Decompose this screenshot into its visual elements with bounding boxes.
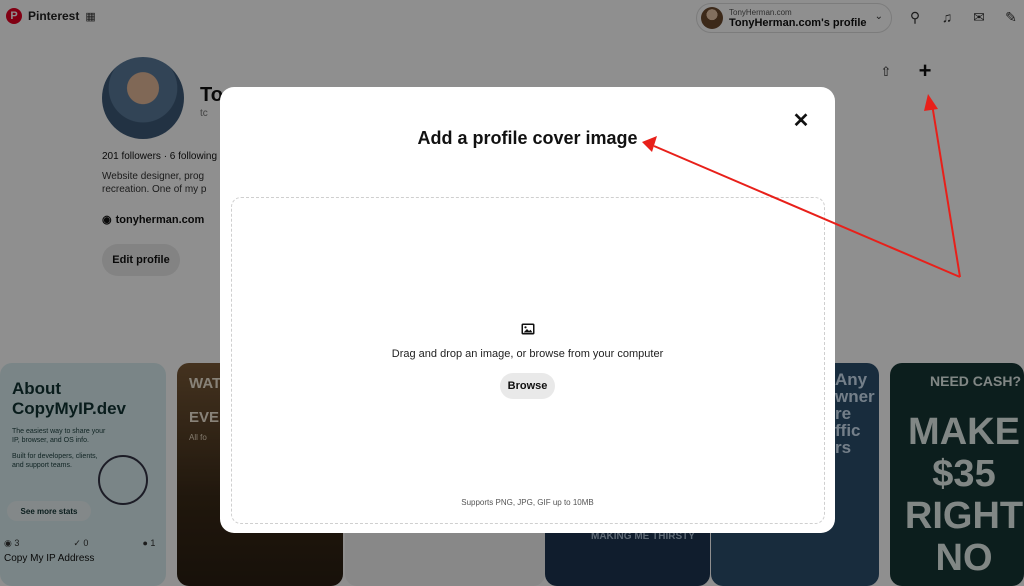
cover-image-modal: ✕ Add a profile cover image Drag and dro… [220, 87, 835, 533]
image-dropzone[interactable]: Drag and drop an image, or browse from y… [231, 197, 825, 524]
supported-formats-text: Supports PNG, JPG, GIF up to 10MB [461, 498, 594, 507]
browse-button[interactable]: Browse [500, 373, 555, 399]
modal-title: Add a profile cover image [417, 128, 638, 148]
image-icon [521, 323, 535, 335]
drop-instructions: Drag and drop an image, or browse from y… [391, 348, 664, 360]
